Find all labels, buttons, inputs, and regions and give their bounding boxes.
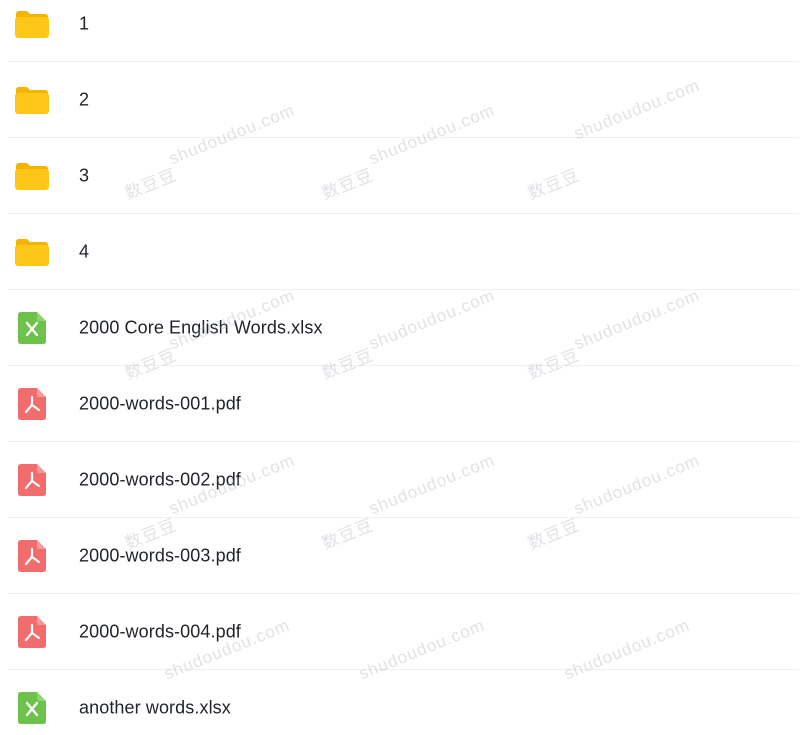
file-row[interactable]: 2000-words-003.pdf — [8, 518, 799, 594]
file-name: 3 — [79, 165, 90, 186]
file-name: 2000-words-004.pdf — [79, 621, 241, 642]
file-name: 4 — [79, 241, 90, 262]
folder-row[interactable]: 4 — [8, 214, 799, 290]
file-row[interactable]: another words.xlsx — [8, 670, 799, 735]
folder-icon — [14, 6, 50, 42]
pdf-file-icon — [14, 538, 50, 574]
pdf-file-icon — [14, 386, 50, 422]
file-name: 2000-words-001.pdf — [79, 393, 241, 414]
file-name: 2 — [79, 89, 90, 110]
file-browser-page: 1 2 3 4 2000 Core English Words.xlsx 200… — [0, 0, 801, 735]
excel-file-icon — [14, 310, 50, 346]
pdf-file-icon — [14, 462, 50, 498]
file-row[interactable]: 2000-words-002.pdf — [8, 442, 799, 518]
file-row[interactable]: 2000 Core English Words.xlsx — [8, 290, 799, 366]
pdf-file-icon — [14, 614, 50, 650]
folder-row[interactable]: 1 — [8, 0, 799, 62]
file-row[interactable]: 2000-words-004.pdf — [8, 594, 799, 670]
file-row[interactable]: 2000-words-001.pdf — [8, 366, 799, 442]
file-list: 1 2 3 4 2000 Core English Words.xlsx 200… — [0, 0, 801, 735]
file-name: 2000-words-003.pdf — [79, 545, 241, 566]
file-name: 2000-words-002.pdf — [79, 469, 241, 490]
folder-row[interactable]: 3 — [8, 138, 799, 214]
file-name: 1 — [79, 13, 90, 34]
folder-icon — [14, 158, 50, 194]
file-name: 2000 Core English Words.xlsx — [79, 317, 323, 338]
folder-icon — [14, 82, 50, 118]
file-name: another words.xlsx — [79, 697, 231, 718]
folder-icon — [14, 234, 50, 270]
folder-row[interactable]: 2 — [8, 62, 799, 138]
excel-file-icon — [14, 690, 50, 726]
